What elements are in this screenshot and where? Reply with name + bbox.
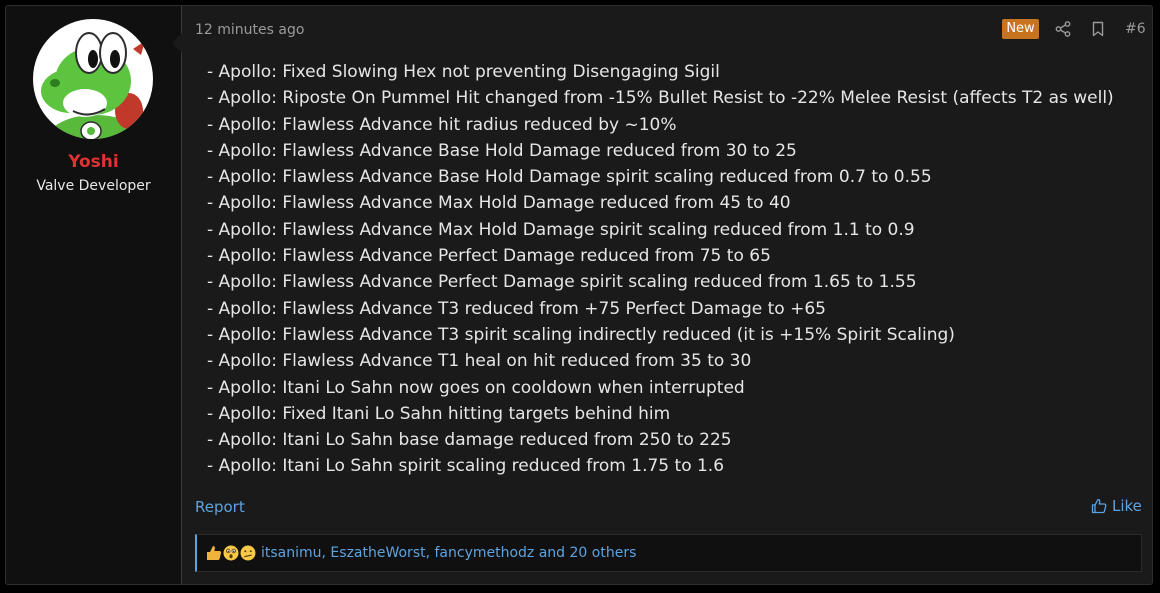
share-icon[interactable] — [1055, 21, 1071, 37]
message-pointer — [172, 33, 182, 53]
new-badge: New — [1002, 19, 1039, 39]
post-line: - Apollo: Flawless Advance Perfect Damag… — [207, 246, 771, 267]
like-button[interactable]: Like — [1091, 497, 1142, 515]
thumbs-up-icon — [1091, 498, 1107, 514]
post-line: - Apollo: Flawless Advance T3 reduced fr… — [207, 298, 826, 319]
reactions-bar[interactable]: itsanimu, EszatheWorst, fancymethodz and… — [195, 534, 1142, 572]
post-line: - Apollo: Itani Lo Sahn spirit scaling r… — [207, 456, 725, 477]
reaction-icons — [206, 545, 257, 561]
post-number[interactable]: #6 — [1125, 21, 1146, 37]
post-line: - Apollo: Fixed Slowing Hex not preventi… — [207, 62, 720, 82]
post-timestamp[interactable]: 12 minutes ago — [195, 22, 304, 38]
post-line: - Apollo: Riposte On Pummel Hit changed … — [207, 88, 1114, 109]
post-line: - Apollo: Flawless Advance Base Hold Dam… — [207, 140, 797, 161]
post-line: - Apollo: Flawless Advance Max Hold Dama… — [207, 193, 791, 214]
post-body: - Apollo: Fixed Slowing Hex not preventi… — [207, 59, 1142, 480]
post-line: - Apollo: Fixed Itani Lo Sahn hitting ta… — [207, 403, 671, 424]
thumbs-up-icon — [206, 545, 222, 561]
user-sidebar: Yoshi Valve Developer — [6, 6, 181, 584]
reaction-users[interactable]: itsanimu, EszatheWorst, fancymethodz and… — [261, 545, 636, 561]
column-divider — [181, 6, 182, 584]
post-line: - Apollo: Flawless Advance T1 heal on hi… — [207, 351, 752, 372]
post-line: - Apollo: Itani Lo Sahn base damage redu… — [207, 430, 732, 451]
post-line: - Apollo: Itani Lo Sahn now goes on cool… — [207, 377, 745, 398]
post-line: - Apollo: Flawless Advance hit radius re… — [207, 114, 677, 135]
forum-post: Yoshi Valve Developer 12 minutes ago New… — [5, 5, 1153, 585]
user-title: Valve Developer — [36, 178, 151, 194]
username[interactable]: Yoshi — [6, 152, 181, 172]
post-line: - Apollo: Flawless Advance T3 spirit sca… — [207, 324, 955, 345]
post-line: - Apollo: Flawless Advance Base Hold Dam… — [207, 167, 932, 188]
post-line: - Apollo: Flawless Advance Perfect Damag… — [207, 272, 917, 293]
bookmark-icon[interactable] — [1090, 21, 1106, 37]
post-line: - Apollo: Flawless Advance Max Hold Dama… — [207, 219, 915, 240]
report-link[interactable]: Report — [195, 498, 245, 516]
avatar[interactable] — [33, 19, 153, 139]
wow-face-icon — [223, 545, 239, 561]
confused-face-icon — [240, 545, 256, 561]
like-label: Like — [1112, 497, 1142, 515]
